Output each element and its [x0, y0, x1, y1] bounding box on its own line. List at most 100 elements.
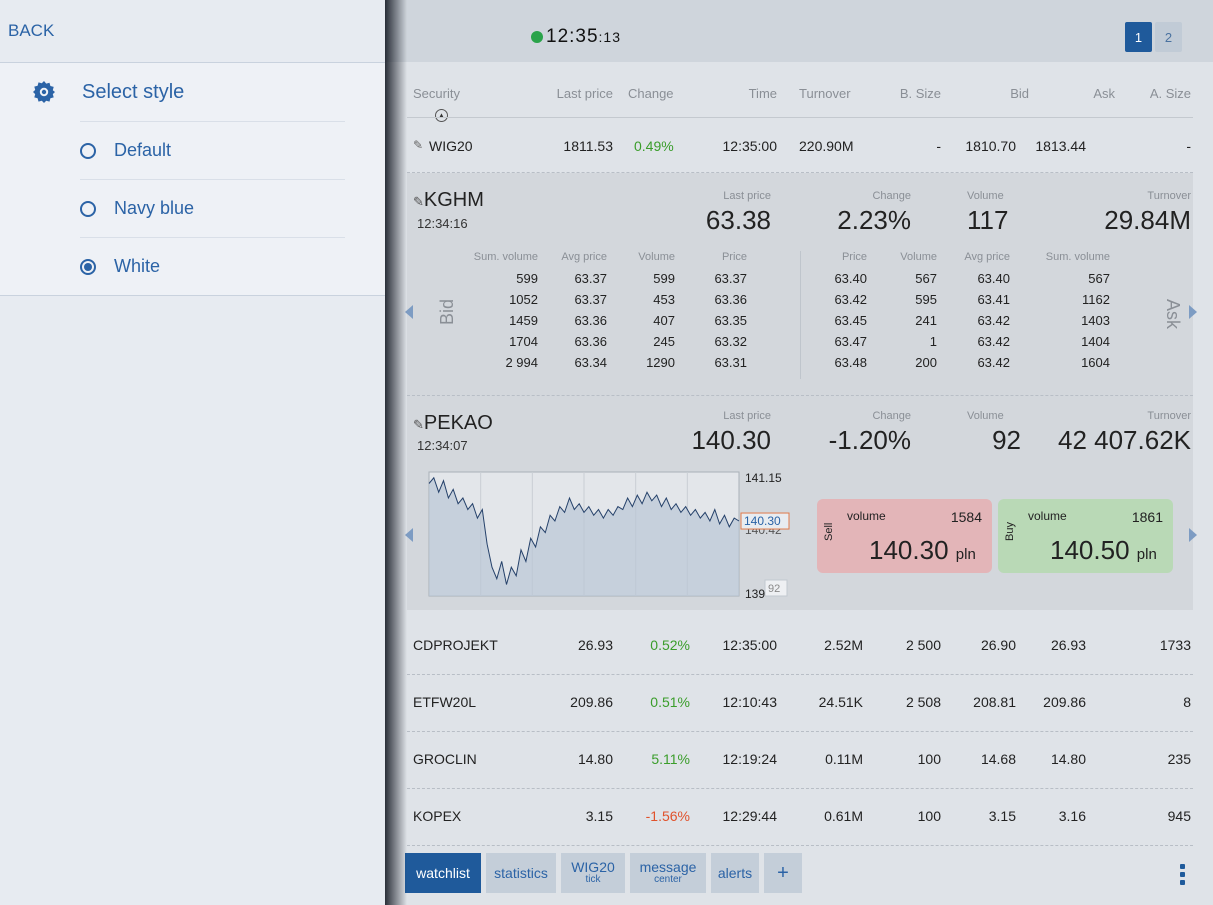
label-change: Change [872, 190, 911, 202]
radio-icon[interactable] [80, 142, 96, 159]
table-row[interactable]: KOPEX 3.15 -1.56% 12:29:44 0.61M 100 3.15 3.16 9… [407, 788, 1193, 846]
tab-label: watchlist [416, 864, 470, 881]
table-row[interactable]: ETFW20L 209.86 0.51% 12:10:43 24.51K 2 508 208… [407, 674, 1193, 732]
sell-box[interactable]: Sell volume 1584 140.30 pln [817, 499, 992, 573]
style-option-default[interactable]: Default [80, 121, 345, 179]
col-security[interactable]: Security [413, 86, 460, 101]
sell-volume-label: volume [847, 509, 886, 523]
col-b-size[interactable]: B. Size [877, 86, 941, 101]
ask-cell: 1404 [1081, 334, 1110, 349]
style-option-navy-blue[interactable]: Navy blue [80, 179, 345, 237]
page-button-2[interactable]: 2 [1155, 22, 1182, 52]
tab-message[interactable]: message center [630, 853, 706, 893]
cell-turnover: 2.52M [824, 637, 863, 653]
cell-bid: 208.81 [973, 694, 1016, 710]
radio-icon[interactable] [80, 200, 96, 217]
bid-cell: 63.37 [714, 271, 747, 286]
ask-cell: 63.42 [977, 313, 1010, 328]
buy-price: 140.50 pln [1050, 535, 1157, 565]
tab-label: alerts [717, 864, 753, 881]
instrument-time: 12:34:07 [417, 438, 468, 453]
cell-ask: 26.93 [1050, 637, 1086, 653]
prev-arrow-icon[interactable] [405, 305, 413, 319]
last-price-value: 140.30 [691, 425, 771, 455]
pin-icon[interactable]: ✎ [413, 417, 424, 432]
style-option-white[interactable]: White [80, 237, 345, 295]
cell-asize: 8 [1183, 694, 1191, 710]
cell-bid: 26.90 [980, 637, 1016, 653]
clock-seconds: :13 [598, 29, 622, 45]
col-bid[interactable]: Bid [967, 86, 1029, 101]
col-change[interactable]: Change [628, 86, 674, 101]
table-row[interactable]: GROCLIN 14.80 5.11% 12:19:24 0.11M 100 14.68 14… [407, 731, 1193, 789]
sell-price: 140.30 pln [869, 535, 976, 565]
select-style-header: Select style [0, 63, 385, 121]
cell-time: 12:19:24 [722, 751, 778, 767]
cell-last: 209.86 [570, 694, 613, 710]
bid-col-header: Price [721, 251, 747, 263]
cell-change: 0.52% [650, 637, 690, 653]
col-time[interactable]: Time [697, 86, 777, 101]
label-turnover: Turnover [1147, 190, 1191, 202]
last-price: 1811.53 [563, 138, 613, 154]
tab-sublabel: tick [585, 874, 601, 886]
index-row-wig20[interactable]: ✎ WIG20 1811.53 0.49% 12:35:00 220.90M -… [407, 117, 1193, 173]
pin-icon[interactable]: ✎ [413, 138, 423, 152]
volume-tag-label: 92 [768, 583, 780, 595]
bid-size: - [936, 138, 941, 154]
col-a-size[interactable]: A. Size [1131, 86, 1191, 101]
tab-sublabel: center [654, 874, 682, 886]
tab-alerts[interactable]: alerts [711, 853, 759, 893]
cell-last: 26.93 [577, 637, 613, 653]
cell-change: -1.56% [645, 808, 690, 824]
tab-add-button[interactable]: + [764, 853, 802, 893]
sidebar-header: BACK [0, 0, 385, 63]
ask-size: - [1186, 138, 1191, 154]
cell-ask: 209.86 [1043, 694, 1086, 710]
market-status-dot [531, 31, 543, 43]
price-chart[interactable]: 141.15140.42139140.3092 [427, 470, 799, 602]
page-button-1[interactable]: 1 [1125, 22, 1152, 52]
cell-change: 0.51% [650, 694, 690, 710]
cell-bid: 14.68 [980, 751, 1016, 767]
tab-statistics[interactable]: statistics [486, 853, 556, 893]
buy-volume-label: volume [1028, 509, 1067, 523]
more-menu-icon[interactable] [1180, 864, 1185, 888]
tab-wig20[interactable]: WIG20 tick [561, 853, 625, 893]
time: 12:35:00 [722, 138, 778, 154]
cell-turnover: 24.51K [818, 694, 863, 710]
bid: 1810.70 [965, 138, 1016, 154]
label-change: Change [872, 410, 911, 422]
tab-label: statistics [494, 864, 548, 881]
select-style-title: Select style [82, 80, 185, 103]
buy-box[interactable]: Buy volume 1861 140.50 pln [998, 499, 1173, 573]
next-arrow-icon[interactable] [1189, 305, 1197, 319]
sell-label: Sell [823, 522, 835, 541]
prev-arrow-icon[interactable] [405, 528, 413, 542]
cell-bsize: 100 [917, 808, 941, 824]
turnover-value: 29.84M [1104, 205, 1191, 235]
style-option-label: White [114, 256, 161, 276]
pin-icon[interactable]: ✎ [413, 194, 424, 209]
bid-cell: 63.36 [714, 292, 747, 307]
col-last-price[interactable]: Last price [515, 86, 613, 101]
table-row[interactable]: CDPROJEKT 26.93 0.52% 12:35:00 2.52M 2 500 26.… [407, 617, 1193, 675]
ask: 1813.44 [1035, 138, 1086, 154]
y-axis-top-label: 141.15 [745, 471, 782, 485]
last-price-value: 63.38 [705, 205, 771, 235]
cell-bid: 3.15 [988, 808, 1016, 824]
tab-watchlist[interactable]: watchlist [405, 853, 481, 893]
ask-label: Ask [1163, 299, 1183, 330]
cell-change: 5.11% [651, 751, 690, 767]
radio-selected-icon[interactable] [80, 258, 96, 275]
security-name: WIG20 [429, 138, 473, 154]
col-ask[interactable]: Ask [1053, 86, 1115, 101]
chart-panel-pekao[interactable]: ✎PEKAO 12:34:07 Last price 140.30 Change… [405, 396, 1197, 610]
next-arrow-icon[interactable] [1189, 528, 1197, 542]
ask-col-header: Sum. volume [1045, 251, 1110, 263]
col-turnover[interactable]: Turnover [799, 86, 851, 101]
bid-cell: 63.32 [714, 334, 747, 349]
back-button[interactable]: BACK [8, 21, 54, 41]
change-value: 2.23% [837, 205, 911, 235]
orderbook-panel-kghm[interactable]: ✎KGHM 12:34:16 Last price 63.38 Change 2… [405, 173, 1197, 396]
